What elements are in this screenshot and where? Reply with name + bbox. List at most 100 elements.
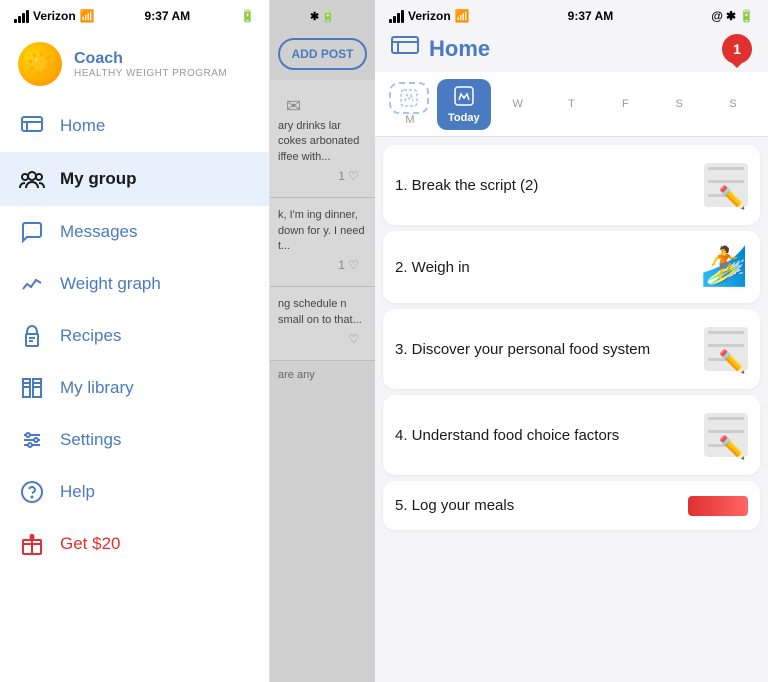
signal-bars-right: [389, 10, 404, 23]
task-card-1[interactable]: 1. Break the script (2) ✏️: [383, 145, 760, 225]
carrier-left: Verizon: [33, 9, 76, 23]
messages-icon: [18, 220, 46, 244]
sidebar-item-settings-label: Settings: [60, 430, 121, 450]
day-label-s2: S: [729, 98, 736, 110]
sidebar-item-get20-label: Get $20: [60, 534, 121, 554]
sidebar-item-recipes-label: Recipes: [60, 326, 121, 346]
day-item-t[interactable]: T: [545, 92, 599, 116]
sidebar-item-home[interactable]: Home: [0, 100, 269, 152]
day-selector: M Today W T F S: [375, 72, 768, 137]
wifi-icon-left: 📶: [80, 9, 95, 23]
task-card-4[interactable]: 4. Understand food choice factors ✏️: [383, 395, 760, 475]
home-panel: Verizon 📶 9:37 AM @ ✱ 🔋 Home 1: [375, 0, 768, 682]
sidebar-item-library-label: My library: [60, 378, 134, 398]
sidebar-item-messages[interactable]: Messages: [0, 206, 269, 258]
sidebar: Verizon 📶 9:37 AM 🔋 ☀️ Coach HEALTHY WEI…: [0, 0, 270, 682]
sidebar-item-settings[interactable]: Settings: [0, 414, 269, 466]
sidebar-item-home-label: Home: [60, 116, 105, 136]
coach-text: Coach HEALTHY WEIGHT PROGRAM: [74, 50, 227, 79]
help-icon: [18, 480, 46, 504]
status-bar-right: Verizon 📶 9:37 AM @ ✱ 🔋: [375, 0, 768, 28]
task-3-text: 3. Discover your personal food system: [395, 339, 688, 360]
wifi-icon-right: 📶: [455, 9, 470, 23]
task-list: 1. Break the script (2) ✏️ 2. Weigh in 🏄…: [375, 137, 768, 682]
time-left: 9:37 AM: [145, 9, 191, 23]
task-card-2[interactable]: 2. Weigh in 🏄: [383, 231, 760, 303]
middle-panel: ✱ 🔋 ADD POST ✉ ary drinks lar cokes arbo…: [270, 0, 375, 682]
day-item-s2[interactable]: S: [706, 92, 760, 116]
sidebar-item-weight-graph[interactable]: Weight graph: [0, 258, 269, 310]
feed-item: ✉ ary drinks lar cokes arbonated iffee w…: [270, 80, 375, 198]
day-icon-today: [453, 85, 475, 110]
day-label-t: T: [568, 98, 575, 110]
library-icon: [18, 376, 46, 400]
coach-avatar: ☀️: [18, 42, 62, 86]
sidebar-item-messages-label: Messages: [60, 222, 137, 242]
at-icon: @: [711, 9, 723, 23]
task-2-text: 2. Weigh in: [395, 257, 693, 278]
sidebar-item-help[interactable]: Help: [0, 466, 269, 518]
day-dashed-m: [389, 82, 429, 114]
sidebar-item-get20[interactable]: Get $20: [0, 518, 269, 570]
feed-item: k, I'm ing dinner, down for y. I need t.…: [270, 198, 375, 287]
day-label-m: M: [405, 114, 414, 126]
time-right: 9:37 AM: [568, 9, 614, 23]
sidebar-item-my-group-label: My group: [60, 169, 137, 189]
task-card-5[interactable]: 5. Log your meals: [383, 481, 760, 530]
task-5-emoji: [688, 496, 748, 516]
sidebar-item-my-group[interactable]: My group: [0, 152, 269, 206]
task-3-emoji: ✏️: [688, 323, 748, 375]
feed-list: ✉ ary drinks lar cokes arbonated iffee w…: [270, 80, 375, 682]
task-1-emoji: ✏️: [688, 159, 748, 211]
feed-item-text: ng schedule n small on to that...: [278, 297, 367, 328]
day-item-s1[interactable]: S: [652, 92, 706, 116]
task-5-text: 5. Log your meals: [395, 495, 688, 516]
home-icon: [18, 114, 46, 138]
task-1-text: 1. Break the script (2): [395, 175, 688, 196]
home-nav-icon: [391, 36, 419, 63]
day-label-w: W: [512, 98, 522, 110]
notification-badge[interactable]: 1: [722, 34, 752, 64]
graph-icon: [18, 272, 46, 296]
feed-item-text: ary drinks lar cokes arbonated iffee wit…: [278, 119, 367, 165]
feed-like-2[interactable]: 1 ♡: [278, 254, 367, 276]
add-post-button[interactable]: ADD POST: [278, 38, 367, 70]
feed-like-1[interactable]: 1 ♡: [278, 165, 367, 187]
signal-bars: [14, 10, 29, 23]
header-left: Home: [391, 36, 490, 63]
day-label-today: Today: [448, 112, 480, 124]
day-item-m[interactable]: M: [383, 76, 437, 132]
feed-envelope-icon: ✉: [278, 90, 367, 119]
sidebar-item-my-library[interactable]: My library: [0, 362, 269, 414]
task-2-emoji: 🏄: [701, 245, 748, 289]
day-label-s1: S: [676, 98, 683, 110]
coach-section[interactable]: ☀️ Coach HEALTHY WEIGHT PROGRAM: [0, 28, 269, 100]
day-item-today[interactable]: Today: [437, 79, 491, 130]
coach-name: Coach: [74, 50, 227, 68]
settings-icon: [18, 428, 46, 452]
feed-footer-text: are any: [270, 361, 375, 385]
task-4-text: 4. Understand food choice factors: [395, 425, 688, 446]
recipes-icon: [18, 324, 46, 348]
battery-icon-right: 🔋: [739, 9, 754, 23]
day-item-w[interactable]: W: [491, 92, 545, 116]
battery-icon-middle: 🔋: [321, 10, 335, 23]
day-item-f[interactable]: F: [598, 92, 652, 116]
feed-item-text: k, I'm ing dinner, down for y. I need t.…: [278, 208, 367, 254]
battery-icon-left: 🔋: [240, 9, 255, 23]
gift-icon: [18, 532, 46, 556]
feed-item: ng schedule n small on to that... ♡: [270, 287, 375, 361]
bluetooth-icon: ✱: [310, 10, 319, 23]
status-bar-left: Verizon 📶 9:37 AM 🔋: [0, 0, 269, 28]
home-header: Home 1: [375, 28, 768, 72]
feed-like-3[interactable]: ♡: [278, 328, 367, 350]
sidebar-item-recipes[interactable]: Recipes: [0, 310, 269, 362]
task-card-3[interactable]: 3. Discover your personal food system ✏️: [383, 309, 760, 389]
carrier-right: Verizon: [408, 9, 451, 23]
task-4-emoji: ✏️: [688, 409, 748, 461]
notification-count: 1: [733, 41, 741, 57]
group-icon: [18, 166, 46, 192]
sidebar-item-help-label: Help: [60, 482, 95, 502]
sidebar-item-weight-graph-label: Weight graph: [60, 274, 161, 294]
home-title: Home: [429, 36, 490, 62]
